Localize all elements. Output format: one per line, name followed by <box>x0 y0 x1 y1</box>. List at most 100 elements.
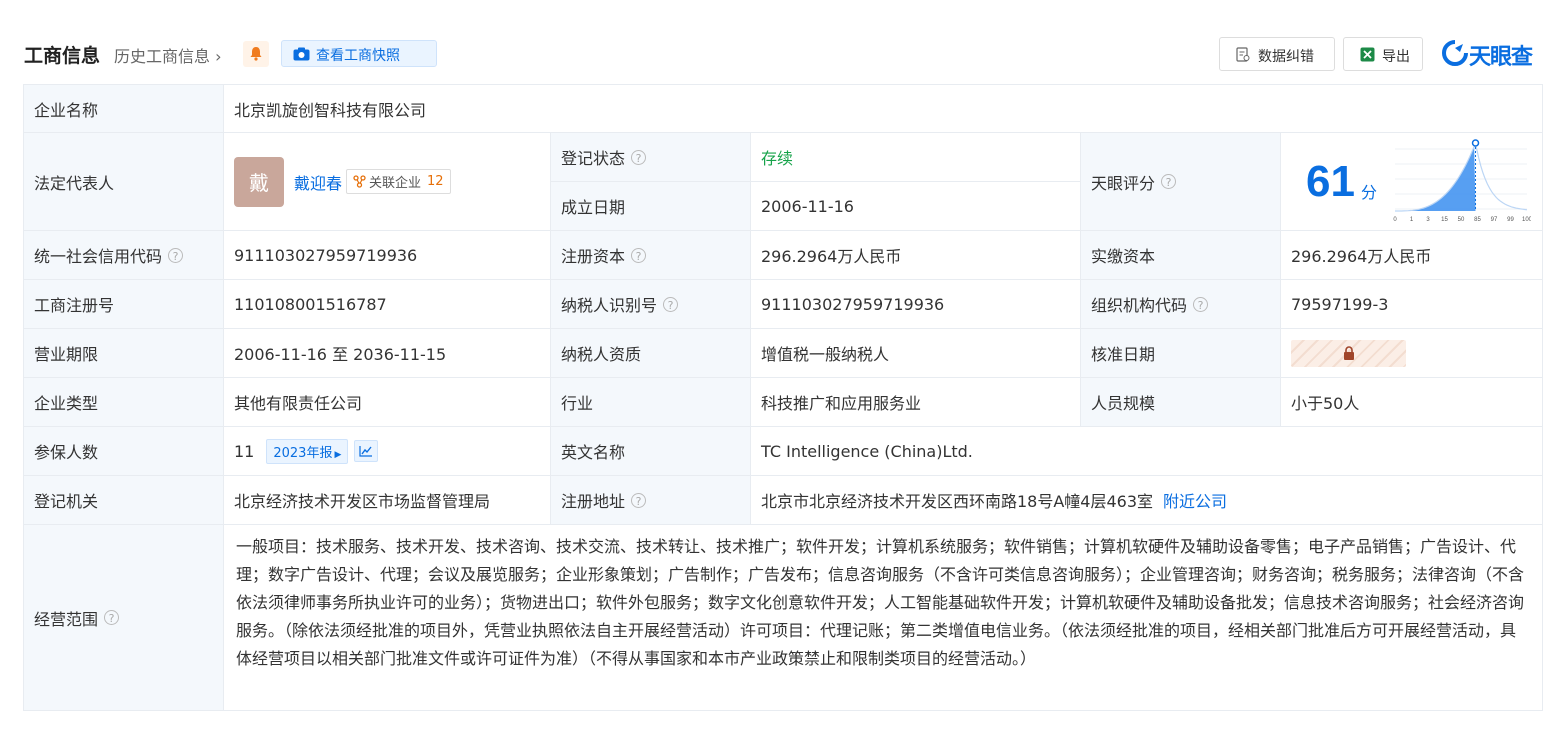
label-score-text: 天眼评分 <box>1091 173 1156 193</box>
help-icon[interactable]: ? <box>631 247 647 263</box>
value-insured: 11 2023年报 ▶ <box>224 427 551 476</box>
value-english: TC Intelligence (China)Ltd. <box>751 427 1543 476</box>
section-header: 工商信息 历史工商信息 › 查看工商快照 数据纠错 导出 天眼查 <box>24 36 1543 71</box>
annual-report-label: 2023年报 <box>273 445 333 461</box>
label-reg-status: 登记状态? <box>551 133 751 182</box>
label-approve-date: 核准日期 <box>1081 329 1281 378</box>
label-address: 注册地址? <box>551 476 751 525</box>
help-icon[interactable]: ? <box>1161 174 1177 189</box>
bell-button[interactable] <box>243 41 269 67</box>
address-text: 北京市北京经济技术开发区西环南路18号A幢4层463室 <box>761 492 1154 511</box>
value-address: 北京市北京经济技术开发区西环南路18号A幢4层463室 附近公司 <box>751 476 1543 525</box>
help-icon[interactable]: ? <box>663 296 679 312</box>
value-reg-capital: 296.2964万人民币 <box>751 231 1081 280</box>
value-found-date: 2006-11-16 <box>751 182 1081 231</box>
lock-icon <box>1343 345 1354 360</box>
label-type: 企业类型 <box>24 378 224 427</box>
help-icon[interactable]: ? <box>104 610 120 625</box>
label-org-code: 组织机构代码? <box>1081 280 1281 329</box>
logo-mark-icon <box>1442 40 1468 66</box>
snapshot-button[interactable]: 查看工商快照 <box>281 40 437 67</box>
avatar: 戴 <box>234 156 284 207</box>
tianyancha-logo: 天眼查 <box>1442 38 1552 70</box>
score-tick-label: 3 <box>1426 217 1430 223</box>
chevron-right-icon: › <box>210 47 222 66</box>
score-unit: 分 <box>1360 182 1377 202</box>
score-tick-label: 0 <box>1393 217 1397 223</box>
help-icon[interactable]: ? <box>1193 296 1209 312</box>
score-axis-ticks: 0 1 3 15 50 85 97 99 100 <box>1393 217 1531 223</box>
locked-value[interactable] <box>1291 339 1406 367</box>
value-type: 其他有限责任公司 <box>224 378 551 427</box>
value-credit-code: 911103027959719936 <box>224 231 551 280</box>
value-company-name: 北京凯旋创智科技有限公司 <box>224 85 1543 133</box>
help-icon[interactable]: ? <box>168 247 184 263</box>
label-authority: 登记机关 <box>24 476 224 525</box>
label-reg-capital-text: 注册资本 <box>561 247 626 266</box>
label-reg-capital: 注册资本? <box>551 231 751 280</box>
label-credit-code: 统一社会信用代码? <box>24 231 224 280</box>
label-taxpayer-id: 纳税人识别号? <box>551 280 751 329</box>
value-term: 2006-11-16 至 2036-11-15 <box>224 329 551 378</box>
nearby-companies-link[interactable]: 附近公司 <box>1163 488 1227 512</box>
score-tick-label: 99 <box>1507 217 1514 223</box>
label-reg-status-text: 登记状态 <box>561 149 626 168</box>
bell-icon <box>250 47 262 61</box>
value-org-code: 79597199-3 <box>1281 280 1543 329</box>
value-reg-no: 110108001516787 <box>224 280 551 329</box>
trend-chart-icon <box>359 446 373 457</box>
score-tick-label: 100 <box>1522 217 1531 223</box>
related-companies-count: 12 <box>427 174 444 189</box>
label-reg-no: 工商注册号 <box>24 280 224 329</box>
score-tick-label: 97 <box>1491 217 1498 223</box>
data-correct-button[interactable]: 数据纠错 <box>1219 37 1335 71</box>
snapshot-label: 查看工商快照 <box>316 48 400 64</box>
value-reg-status: 存续 <box>751 133 1081 182</box>
score-tick-label: 15 <box>1441 217 1448 223</box>
value-score[interactable]: 61 分 0 1 3 15 50 85 97 99 100 <box>1281 133 1543 231</box>
label-staff: 人员规模 <box>1081 378 1281 427</box>
value-scope: 一般项目：技术服务、技术开发、技术咨询、技术交流、技术转让、技术推广；软件开发；… <box>224 525 1543 711</box>
value-approve-date[interactable] <box>1281 329 1543 378</box>
score-tick-label: 1 <box>1410 217 1414 223</box>
score-tick-label: 85 <box>1474 217 1481 223</box>
value-legal-rep: 戴 戴迎春 关联企业 12 <box>224 133 551 231</box>
label-legal-rep: 法定代表人 <box>24 133 224 231</box>
label-english: 英文名称 <box>551 427 751 476</box>
annual-report-tag[interactable]: 2023年报 ▶ <box>266 438 349 464</box>
logo-text: 天眼查 <box>1469 45 1533 70</box>
export-label: 导出 <box>1382 49 1410 65</box>
label-scope-text: 经营范围 <box>34 609 99 629</box>
help-icon[interactable]: ? <box>631 492 647 508</box>
label-tax-quality: 纳税人资质 <box>551 329 751 378</box>
label-found-date: 成立日期 <box>551 182 751 231</box>
label-taxpayer-id-text: 纳税人识别号 <box>561 296 658 315</box>
history-label: 历史工商信息 <box>114 47 211 66</box>
section-title: 工商信息 <box>24 45 101 67</box>
caret-right-icon: ▶ <box>334 449 342 460</box>
label-insured: 参保人数 <box>24 427 224 476</box>
label-score: 天眼评分? <box>1081 133 1281 231</box>
export-button[interactable]: 导出 <box>1343 37 1423 71</box>
label-scope: 经营范围? <box>24 525 224 711</box>
trend-chart-button[interactable] <box>354 440 379 462</box>
related-companies-label: 关联企业 <box>369 176 422 191</box>
label-org-code-text: 组织机构代码 <box>1091 296 1188 315</box>
history-link[interactable]: 历史工商信息 › <box>114 43 222 67</box>
label-industry: 行业 <box>551 378 751 427</box>
edit-doc-icon <box>1236 47 1250 62</box>
legal-rep-name-link[interactable]: 戴迎春 <box>294 170 342 194</box>
score-dot <box>1471 138 1480 147</box>
help-icon[interactable]: ? <box>631 149 647 165</box>
value-authority: 北京经济技术开发区市场监督管理局 <box>224 476 551 525</box>
value-taxpayer-id: 911103027959719936 <box>751 280 1081 329</box>
label-company-name: 企业名称 <box>24 85 224 133</box>
camera-icon <box>293 47 310 61</box>
label-credit-code-text: 统一社会信用代码 <box>34 247 163 266</box>
related-companies-tag[interactable]: 关联企业 12 <box>346 169 451 194</box>
excel-icon <box>1360 47 1375 62</box>
insured-count: 11 <box>234 441 255 461</box>
score-number: 61 <box>1306 156 1355 206</box>
score-tick-label: 50 <box>1458 217 1465 223</box>
score-distribution-chart: 0 1 3 15 50 85 97 99 100 <box>1393 138 1531 223</box>
